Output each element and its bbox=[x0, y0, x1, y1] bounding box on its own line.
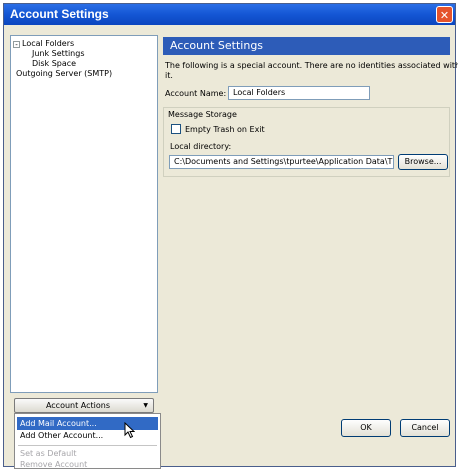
description-text-line2: it. bbox=[165, 71, 173, 80]
account-name-label: Account Name: bbox=[165, 89, 227, 98]
mouse-pointer-icon bbox=[124, 422, 135, 439]
account-tree[interactable]: - Local Folders Junk Settings Disk Space… bbox=[10, 35, 158, 393]
tree-item-junk-settings[interactable]: Junk Settings bbox=[32, 49, 85, 58]
close-icon[interactable]: ✕ bbox=[436, 6, 453, 23]
empty-trash-label[interactable]: Empty Trash on Exit bbox=[185, 125, 265, 134]
tree-item-disk-space[interactable]: Disk Space bbox=[32, 59, 76, 68]
empty-trash-checkbox[interactable] bbox=[171, 124, 181, 134]
menu-item-add-mail-account[interactable]: Add Mail Account... bbox=[17, 417, 158, 430]
panel-heading: Account Settings bbox=[163, 37, 450, 55]
menu-item-add-other-account[interactable]: Add Other Account... bbox=[20, 431, 103, 440]
menu-item-remove-account: Remove Account bbox=[20, 460, 88, 469]
local-directory-field[interactable]: C:\Documents and Settings\tpurtee\Applic… bbox=[169, 155, 394, 169]
menu-separator bbox=[18, 445, 157, 446]
message-storage-label: Message Storage bbox=[168, 110, 237, 119]
ok-button[interactable]: OK bbox=[341, 419, 391, 437]
menu-item-set-as-default: Set as Default bbox=[20, 449, 77, 458]
cancel-button[interactable]: Cancel bbox=[400, 419, 450, 437]
dropdown-arrow-icon: ▼ bbox=[143, 402, 148, 409]
description-text-line1: The following is a special account. Ther… bbox=[165, 61, 458, 70]
account-name-field[interactable]: Local Folders bbox=[228, 86, 370, 100]
collapse-icon[interactable]: - bbox=[13, 41, 20, 49]
account-actions-menu: Add Mail Account... Add Other Account...… bbox=[14, 413, 161, 469]
window-title: Account Settings bbox=[10, 7, 109, 21]
browse-button[interactable]: Browse... bbox=[398, 154, 448, 170]
tree-item-outgoing-server[interactable]: Outgoing Server (SMTP) bbox=[16, 69, 112, 78]
title-bar[interactable]: Account Settings ✕ bbox=[4, 4, 455, 25]
local-directory-label: Local directory: bbox=[170, 142, 232, 151]
tree-item-local-folders[interactable]: Local Folders bbox=[22, 39, 74, 48]
account-actions-label: Account Actions bbox=[45, 401, 111, 410]
account-actions-button[interactable]: Account Actions ▼ bbox=[14, 398, 154, 413]
